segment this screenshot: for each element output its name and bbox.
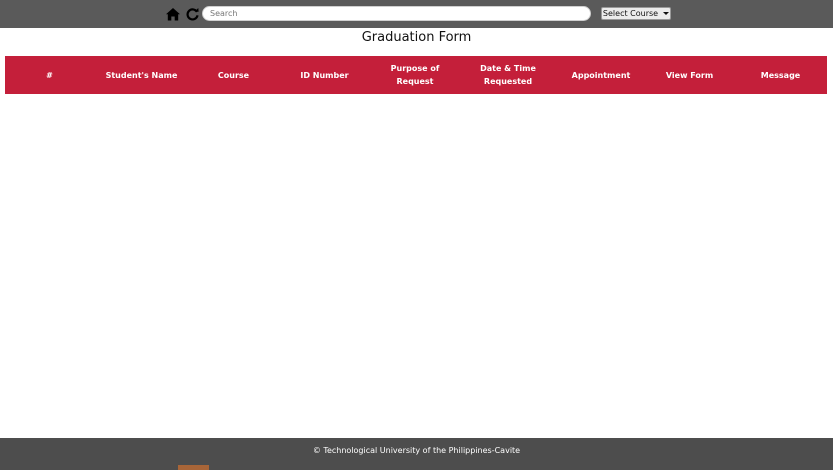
column-header-date-time: Date & Time Requested bbox=[480, 64, 536, 86]
taskbar-fragment bbox=[178, 465, 209, 470]
select-course-label: Select Course bbox=[602, 9, 659, 18]
column-header-course: Course bbox=[217, 70, 250, 80]
search-input[interactable] bbox=[202, 6, 591, 21]
select-course-dropdown[interactable]: Select Course bbox=[601, 7, 671, 20]
column-header-appointment: Appointment bbox=[571, 70, 631, 80]
column-header-view-form: View Form bbox=[665, 70, 714, 80]
column-header-message: Message bbox=[760, 70, 801, 80]
column-header-purpose: Purpose of Request bbox=[390, 64, 440, 86]
footer-copyright: © Technological University of the Philip… bbox=[312, 446, 521, 455]
page-title: Graduation Form bbox=[361, 30, 472, 45]
top-navbar: Select Course bbox=[0, 0, 833, 28]
refresh-icon[interactable] bbox=[184, 6, 200, 22]
column-header-id-number: ID Number bbox=[300, 70, 349, 80]
column-header-number: # bbox=[46, 70, 53, 80]
home-icon[interactable] bbox=[165, 6, 181, 22]
caret-down-icon bbox=[663, 12, 670, 15]
table-header-row: # Student's Name Course ID Number Purpos… bbox=[5, 56, 827, 94]
column-header-student-name: Student's Name bbox=[105, 70, 178, 80]
footer: © Technological University of the Philip… bbox=[0, 438, 833, 470]
